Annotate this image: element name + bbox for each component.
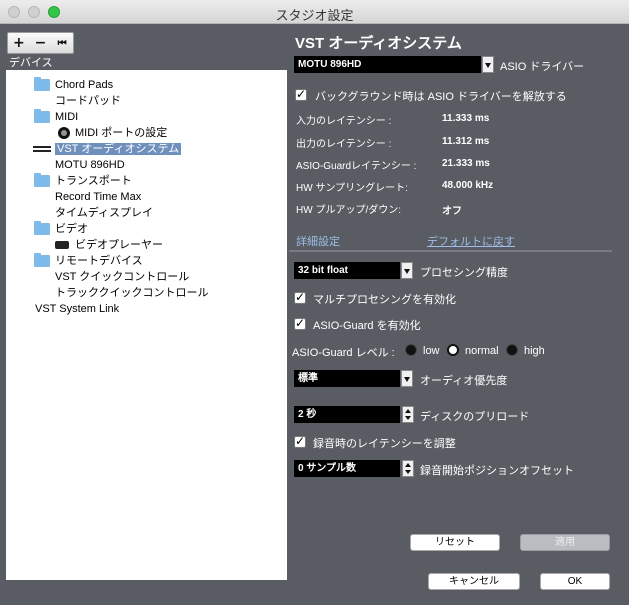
tree-label: VST System Link: [35, 303, 120, 315]
device-toolbar: + − ⏮: [7, 32, 74, 54]
tree-item-vst-quick-controls[interactable]: VST クイックコントロール: [55, 269, 189, 285]
tree-label: Chord Pads: [55, 79, 114, 91]
tree-label: Record Time Max: [55, 191, 142, 203]
asio-driver-select[interactable]: MOTU 896HD: [294, 56, 481, 73]
reset-defaults-link[interactable]: デフォルトに戻す: [427, 233, 515, 249]
tree-item-vst-audio-system[interactable]: VST オーディオシステム: [33, 141, 182, 157]
tree-item-vst-system-link[interactable]: VST System Link: [35, 301, 119, 317]
tree-item-chord-pads[interactable]: コードパッド: [55, 93, 121, 109]
tree-label: MIDI: [55, 111, 79, 123]
tree-folder-chord-pads[interactable]: Chord Pads: [34, 77, 114, 93]
reset-button[interactable]: リセット: [410, 534, 500, 551]
tree-label: ビデオ: [55, 223, 88, 235]
tree-label: VST オーディオシステム: [55, 143, 182, 155]
tree-item-motu-896hd[interactable]: MOTU 896HD: [55, 157, 125, 173]
asio-guard-level-label: ASIO-Guard レベル :: [292, 347, 395, 359]
folder-icon: [34, 173, 50, 187]
reset-device-button[interactable]: ⏮: [51, 33, 73, 53]
midi-port-icon: [58, 127, 70, 139]
input-latency-value: 11.333 ms: [442, 113, 490, 124]
record-offset-label: 録音開始ポジションオフセット: [420, 465, 574, 477]
tree-item-video-player[interactable]: ビデオプレーヤー: [55, 237, 163, 253]
advanced-settings-tab[interactable]: 詳細設定: [296, 233, 340, 249]
panel-title: VST オーディオシステム: [295, 35, 462, 52]
add-device-button[interactable]: +: [8, 33, 30, 53]
folder-icon: [34, 253, 50, 267]
tree-item-track-quick-controls[interactable]: トラッククイックコントロール: [55, 285, 209, 301]
hw-pullup-value: オフ: [442, 206, 462, 217]
devices-header: デバイス: [9, 57, 53, 69]
chevron-down-icon[interactable]: [401, 370, 413, 387]
stepper-arrows-icon[interactable]: [402, 460, 414, 477]
tree-label: ビデオプレーヤー: [75, 239, 163, 251]
asio-driver-label: ASIO ドライバー: [500, 61, 585, 73]
asio-guard-level-low-radio[interactable]: [405, 344, 417, 356]
tree-label: リモートデバイス: [55, 255, 143, 267]
input-latency-label: 入力のレイテンシー :: [296, 116, 392, 127]
asio-guard-label: ASIO-Guard を有効化: [313, 320, 421, 332]
skip-back-icon: ⏮: [57, 37, 67, 49]
tree-label: コードパッド: [55, 95, 121, 107]
tree-item-time-display[interactable]: タイムディスプレイ: [55, 205, 153, 221]
disk-preload-stepper[interactable]: 2 秒: [294, 406, 400, 423]
tree-label: トランスポート: [55, 175, 132, 187]
output-latency-label: 出力のレイテンシー :: [296, 139, 392, 150]
asio-guard-latency-value: 21.333 ms: [442, 158, 490, 169]
chevron-down-icon[interactable]: [482, 56, 494, 73]
asio-guard-level-high-label: high: [524, 345, 545, 357]
tree-label: MOTU 896HD: [55, 159, 125, 171]
folder-icon: [34, 77, 50, 91]
processing-precision-select[interactable]: 32 bit float: [294, 262, 400, 279]
release-driver-label: バックグラウンド時は ASIO ドライバーを解放する: [315, 91, 567, 103]
asio-guard-level-normal-label: normal: [465, 345, 499, 357]
folder-icon: [34, 109, 50, 123]
tree-folder-midi[interactable]: MIDI: [34, 109, 79, 125]
processing-precision-label: プロセシング精度: [420, 267, 508, 279]
tree-label: MIDI ポートの設定: [75, 127, 168, 139]
tree-item-midi-port-setup[interactable]: MIDI ポートの設定: [58, 125, 168, 141]
hw-sample-rate-value: 48.000 kHz: [442, 180, 494, 191]
disk-preload-label: ディスクのプリロード: [420, 411, 530, 423]
chevron-down-icon[interactable]: [401, 262, 413, 279]
adjust-latency-label: 録音時のレイテンシーを調整: [313, 438, 456, 450]
cancel-button[interactable]: キャンセル: [428, 573, 520, 590]
asio-guard-level-high-radio[interactable]: [506, 344, 518, 356]
multiprocessing-checkbox[interactable]: [294, 290, 306, 304]
ok-button[interactable]: OK: [540, 573, 610, 590]
tree-folder-video[interactable]: ビデオ: [34, 221, 88, 237]
asio-guard-level-normal-radio[interactable]: [447, 344, 459, 356]
audio-priority-select[interactable]: 標準: [294, 370, 400, 387]
section-divider: [289, 250, 612, 252]
output-latency-value: 11.312 ms: [442, 136, 490, 147]
tree-label: VST クイックコントロール: [55, 271, 190, 283]
adjust-latency-checkbox[interactable]: [294, 434, 306, 448]
multiprocessing-label: マルチプロセシングを有効化: [313, 294, 456, 306]
hw-sample-rate-label: HW サンプリングレート:: [296, 183, 408, 194]
asio-guard-checkbox[interactable]: [294, 316, 306, 330]
asio-guard-level-low-label: low: [423, 345, 440, 357]
folder-icon: [34, 221, 50, 235]
release-driver-checkbox[interactable]: [295, 87, 307, 101]
title-bar: スタジオ設定: [0, 0, 629, 24]
stepper-arrows-icon[interactable]: [402, 406, 414, 423]
dialog-content: + − ⏮ デバイス Chord Pads コードパッド MIDI MIDI ポ…: [0, 24, 629, 605]
device-tree[interactable]: Chord Pads コードパッド MIDI MIDI ポートの設定 VST オ…: [6, 70, 287, 580]
asio-guard-latency-label: ASIO-Guardレイテンシー :: [296, 161, 417, 172]
tree-folder-transport[interactable]: トランスポート: [34, 173, 132, 189]
record-offset-stepper[interactable]: 0 サンプル数: [294, 460, 400, 477]
tree-label: タイムディスプレイ: [55, 207, 154, 219]
audio-priority-label: オーディオ優先度: [420, 375, 508, 387]
hw-pullup-label: HW プルアップ/ダウン:: [296, 205, 401, 216]
remove-device-button[interactable]: −: [30, 33, 52, 53]
apply-button[interactable]: 適用: [520, 534, 610, 551]
tree-label: トラッククイックコントロール: [55, 287, 209, 299]
tree-folder-remote-devices[interactable]: リモートデバイス: [34, 253, 143, 269]
vst-audio-icon: [33, 146, 51, 152]
video-player-icon: [55, 241, 69, 249]
tree-item-record-time-max[interactable]: Record Time Max: [55, 189, 141, 205]
window-title: スタジオ設定: [275, 8, 354, 23]
